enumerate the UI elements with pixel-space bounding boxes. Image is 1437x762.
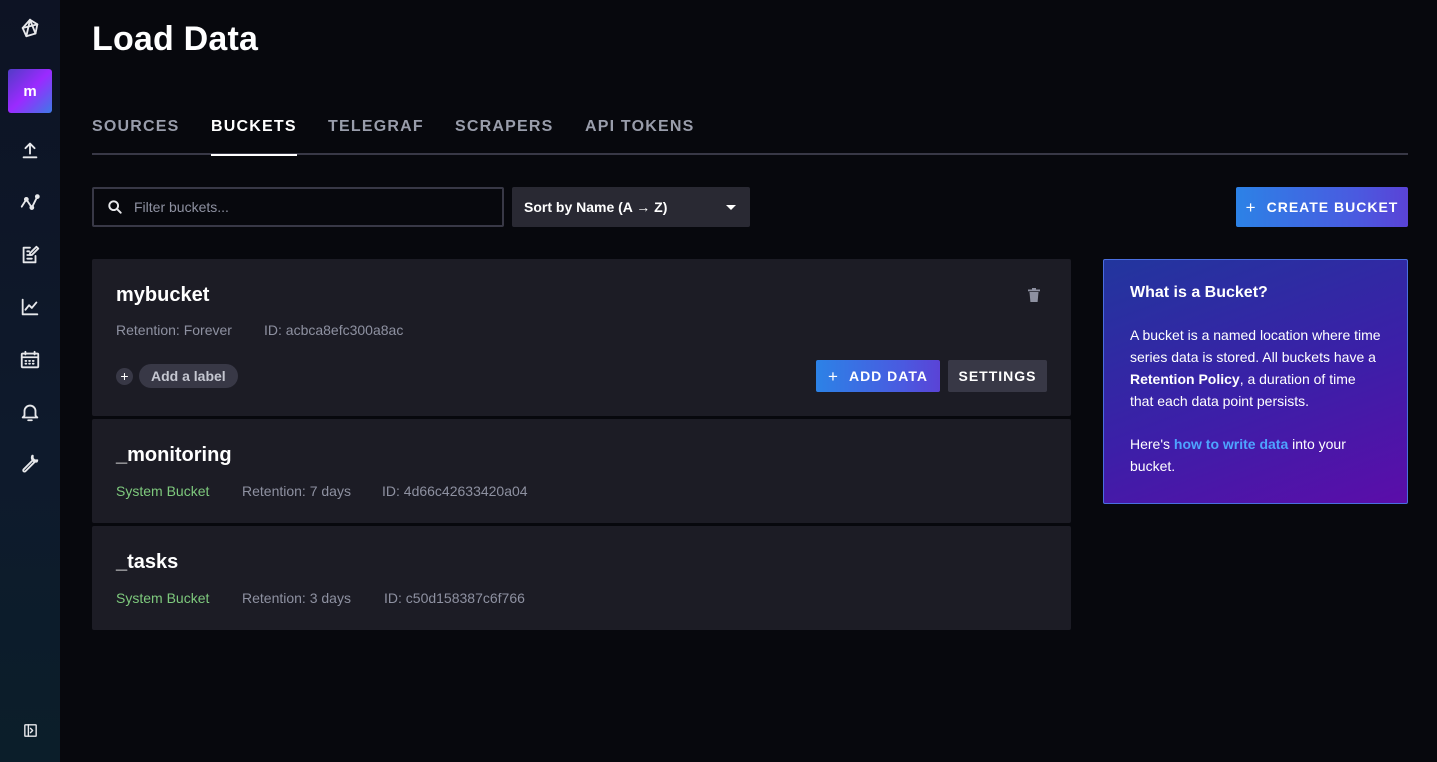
bucket-card-monitoring: _monitoring System Bucket Retention: 7 d… [92, 419, 1071, 523]
alerts-icon[interactable] [0, 392, 60, 432]
tasks-icon[interactable] [0, 340, 60, 380]
bucket-card-tasks: _tasks System Bucket Retention: 3 days I… [92, 526, 1071, 630]
plus-icon: + [828, 366, 839, 386]
add-label-pill: Add a label [139, 364, 238, 388]
add-data-button[interactable]: + ADD DATA [816, 360, 940, 392]
data-explorer-icon[interactable] [0, 183, 60, 223]
sort-dropdown[interactable]: Sort by Name (A → Z) [512, 187, 750, 227]
bucket-retention: Retention: 7 days [242, 483, 351, 499]
info-text: Here's [1130, 436, 1174, 452]
bucket-info-panel: What is a Bucket? A bucket is a named lo… [1103, 259, 1408, 504]
system-bucket-badge: System Bucket [116, 483, 210, 499]
caret-down-icon [726, 204, 736, 210]
bucket-id: ID: acbca8efc300a8ac [264, 322, 404, 338]
influx-logo-icon[interactable] [0, 8, 60, 48]
add-label-control[interactable]: + Add a label [116, 363, 238, 389]
load-data-icon[interactable] [0, 130, 60, 170]
plus-circle-icon: + [116, 367, 133, 385]
tab-telegraf[interactable]: TELEGRAF [328, 118, 424, 155]
info-paragraph-retention: A bucket is a named location where time … [1130, 324, 1381, 412]
sort-dropdown-label: Sort by Name (A → Z) [524, 199, 668, 215]
bucket-id: ID: c50d158387c6f766 [384, 590, 525, 606]
filter-buckets-input[interactable] [134, 189, 502, 225]
tab-sources[interactable]: SOURCES [92, 118, 180, 155]
org-avatar[interactable]: m [8, 69, 52, 113]
plus-icon: + [1245, 197, 1257, 217]
notebooks-icon[interactable] [0, 235, 60, 275]
bucket-name-link[interactable]: mybucket [116, 284, 209, 307]
tab-api-tokens[interactable]: API TOKENS [585, 118, 695, 155]
page-title: Load Data [92, 20, 259, 58]
bucket-id: ID: 4d66c42633420a04 [382, 483, 528, 499]
create-bucket-button[interactable]: + CREATE BUCKET [1236, 187, 1408, 227]
how-to-write-data-link[interactable]: how to write data [1174, 436, 1288, 452]
create-bucket-label: CREATE BUCKET [1266, 199, 1399, 215]
bucket-retention: Retention: Forever [116, 322, 232, 338]
retention-policy-term: Retention Policy [1130, 371, 1240, 387]
tab-buckets[interactable]: BUCKETS [211, 118, 297, 156]
sidebar-nav: m [0, 0, 60, 762]
system-bucket-badge: System Bucket [116, 590, 210, 606]
info-paragraph-write: Here's how to write data into your bucke… [1130, 433, 1381, 477]
tab-scrapers[interactable]: SCRAPERS [455, 118, 554, 155]
bucket-name-link[interactable]: _monitoring [116, 444, 232, 467]
trash-icon[interactable] [1028, 288, 1040, 302]
bucket-name-link[interactable]: _tasks [116, 551, 178, 574]
add-data-label: ADD DATA [848, 368, 928, 384]
collapse-nav-icon[interactable] [0, 710, 60, 750]
settings-button[interactable]: SETTINGS [948, 360, 1047, 392]
bucket-retention: Retention: 3 days [242, 590, 351, 606]
info-text: A bucket is a named location where time … [1130, 327, 1381, 365]
tab-bar: SOURCES BUCKETS TELEGRAF SCRAPERS API TO… [92, 110, 1408, 156]
dashboards-icon[interactable] [0, 287, 60, 327]
bucket-card-mybucket: mybucket Retention: Forever ID: acbca8ef… [92, 259, 1071, 416]
info-title: What is a Bucket? [1130, 284, 1268, 301]
filter-buckets-field [92, 187, 504, 227]
settings-icon[interactable] [0, 443, 60, 483]
search-icon [108, 200, 122, 214]
